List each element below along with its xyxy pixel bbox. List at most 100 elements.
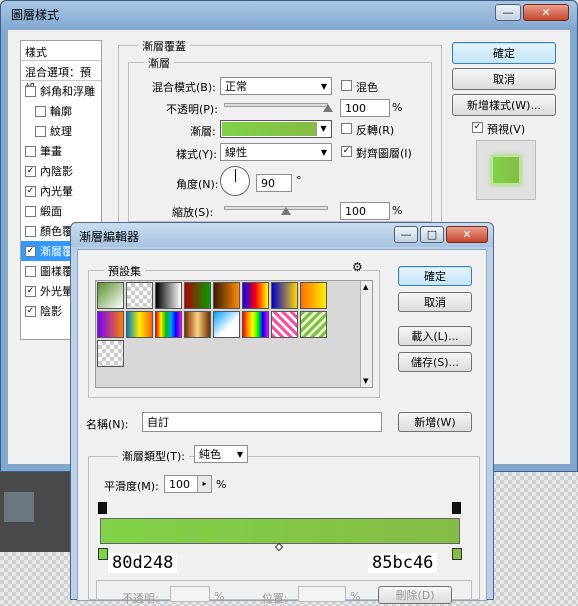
opacity-label: 不透明(P): — [166, 103, 218, 116]
opacity-slider[interactable] — [224, 103, 328, 107]
chevron-down-icon[interactable]: ▼ — [316, 122, 330, 136]
style-item-checkbox[interactable]: ✓ — [25, 245, 36, 257]
style-item-checkbox[interactable] — [25, 145, 36, 157]
minimize-button[interactable]: — — [495, 4, 521, 21]
style-item-checkbox[interactable] — [25, 205, 36, 217]
close-button[interactable]: ✕ — [446, 226, 488, 243]
scale-slider[interactable] — [224, 206, 328, 210]
preset-swatch[interactable] — [213, 282, 240, 309]
reverse-checkbox[interactable] — [341, 123, 352, 134]
new-style-button[interactable]: 新增樣式(W)... — [452, 94, 556, 116]
align-checkbox[interactable]: ✓ — [341, 146, 352, 157]
preset-swatch-grid: ▲ ▼ — [95, 280, 373, 388]
preset-swatch[interactable] — [97, 340, 124, 367]
style-item[interactable]: 紋理 — [21, 121, 101, 141]
name-input[interactable]: 自訂 — [142, 412, 382, 432]
dither-checkbox[interactable] — [341, 80, 352, 91]
preview-checkbox[interactable]: ✓ — [472, 122, 483, 133]
ok-button[interactable]: 確定 — [452, 42, 556, 64]
style-item[interactable]: 輪廓 — [21, 101, 101, 121]
scale-input[interactable]: 100 — [340, 202, 390, 220]
style-item-label: 陰影 — [40, 305, 62, 318]
load-button[interactable]: 載入(L)... — [398, 326, 472, 346]
gradient-bar[interactable] — [100, 518, 460, 544]
minimize-button[interactable]: — — [394, 226, 418, 243]
save-button[interactable]: 儲存(S)... — [398, 352, 472, 372]
color-stop-right[interactable] — [452, 548, 462, 560]
smoothness-label: 平滑度(M): — [104, 480, 159, 493]
style-item[interactable]: 筆畫 — [21, 141, 101, 161]
gradient-picker[interactable]: ▼ — [220, 120, 332, 138]
scale-unit: % — [392, 204, 403, 217]
presets-label: 預設集 — [104, 263, 145, 279]
styles-header[interactable]: 樣式 — [21, 41, 101, 61]
preset-swatch[interactable] — [300, 282, 327, 309]
style-item-label: 圖樣覆 — [40, 265, 73, 278]
preset-swatch[interactable] — [271, 282, 298, 309]
style-item-checkbox[interactable]: ✓ — [25, 285, 36, 297]
style-item-label: 漸層覆 — [40, 245, 73, 258]
maximize-icon: □ — [426, 228, 438, 241]
close-icon: ✕ — [462, 228, 472, 241]
preset-swatch[interactable] — [155, 282, 182, 309]
style-item-checkbox[interactable] — [25, 225, 36, 237]
preset-swatch[interactable] — [242, 282, 269, 309]
style-item-checkbox[interactable]: ✓ — [25, 165, 36, 177]
scroll-up-icon[interactable]: ▲ — [363, 283, 368, 291]
layer-style-title: 圖層樣式 — [11, 8, 60, 22]
style-preview-box — [476, 140, 536, 200]
blend-options-item[interactable]: 混合選項：預設 — [21, 61, 101, 95]
close-button[interactable]: ✕ — [523, 4, 569, 21]
style-item[interactable]: 緞面 — [21, 201, 101, 221]
preset-swatch[interactable] — [97, 311, 124, 338]
preset-swatch[interactable] — [126, 311, 153, 338]
preset-swatch[interactable] — [184, 311, 211, 338]
preset-swatch[interactable] — [126, 282, 153, 309]
style-select[interactable]: 線性 ▼ — [220, 143, 332, 161]
opacity-slider-thumb[interactable] — [323, 104, 333, 112]
preset-swatch[interactable] — [271, 311, 298, 338]
color-stop-left[interactable] — [98, 548, 108, 560]
preset-swatch[interactable] — [97, 282, 124, 309]
style-preview-swatch — [491, 155, 521, 185]
new-gradient-button[interactable]: 新增(W) — [398, 412, 472, 432]
scale-slider-thumb[interactable] — [281, 207, 292, 215]
scroll-down-icon[interactable]: ▼ — [363, 377, 368, 385]
opacity-input[interactable]: 100 — [340, 99, 390, 117]
preset-swatch[interactable] — [213, 311, 240, 338]
gradient-editor-title: 漸層編輯器 — [79, 230, 140, 244]
gradient-editor-titlebar[interactable]: 漸層編輯器 — □ ✕ — [71, 223, 493, 247]
style-item-checkbox[interactable]: ✓ — [25, 305, 36, 317]
gear-icon[interactable]: ⚙ — [352, 260, 363, 274]
smoothness-value: 100 — [169, 477, 190, 491]
style-item-checkbox[interactable]: ✓ — [25, 185, 36, 197]
ge-cancel-button[interactable]: 取消 — [398, 292, 472, 312]
style-item-checkbox[interactable] — [25, 85, 36, 97]
presets-scrollbar[interactable]: ▲ ▼ — [360, 281, 372, 387]
angle-dial[interactable] — [220, 166, 250, 196]
style-item[interactable]: ✓ 內陰影 — [21, 161, 101, 181]
style-item-checkbox[interactable] — [25, 265, 36, 277]
layer-style-titlebar[interactable]: 圖層樣式 — ✕ — [1, 1, 577, 27]
maximize-button[interactable]: □ — [420, 226, 444, 243]
cancel-button[interactable]: 取消 — [452, 68, 556, 90]
scale-value: 100 — [345, 204, 366, 218]
blend-mode-select[interactable]: 正常 ▼ — [220, 77, 332, 95]
preset-swatch[interactable] — [242, 311, 269, 338]
gradient-type-value: 純色 — [199, 448, 221, 461]
preset-swatch[interactable] — [184, 282, 211, 309]
smoothness-input[interactable]: 100 ▸ — [164, 475, 212, 493]
preset-swatch[interactable] — [155, 311, 182, 338]
preview-label: 預視(V) — [487, 123, 526, 136]
opacity-stop-right[interactable] — [452, 502, 461, 514]
style-item-checkbox[interactable] — [35, 125, 46, 137]
gradient-type-select[interactable]: 純色 ▼ — [194, 445, 248, 463]
ge-ok-button[interactable]: 確定 — [398, 266, 472, 286]
delete-stop-button[interactable]: 刪除(D) — [378, 586, 452, 604]
chevron-right-icon[interactable]: ▸ — [197, 476, 211, 492]
style-item-checkbox[interactable] — [35, 105, 46, 117]
angle-input[interactable]: 90 — [256, 174, 292, 192]
opacity-stop-left[interactable] — [98, 502, 107, 514]
preset-swatch[interactable] — [300, 311, 327, 338]
style-item[interactable]: ✓ 內光暈 — [21, 181, 101, 201]
